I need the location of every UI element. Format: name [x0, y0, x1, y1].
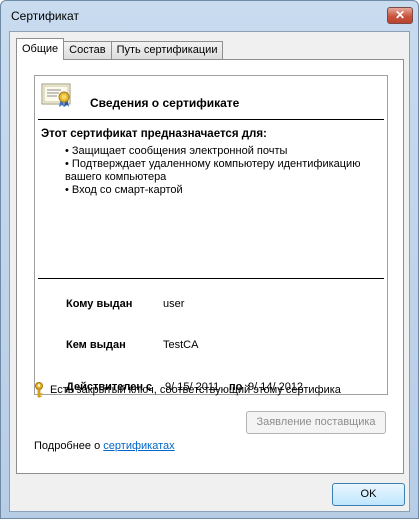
- tab-certification-path[interactable]: Путь сертификации: [110, 41, 224, 60]
- issued-by-value: TestCA: [163, 339, 199, 351]
- issuer-statement-button[interactable]: Заявление поставщика: [246, 411, 386, 434]
- issued-to-label: Кому выдан: [66, 298, 133, 310]
- certificate-dialog: Сертификат ✕ Общие Состав Путь сертифика…: [0, 0, 419, 519]
- tab-general[interactable]: Общие: [16, 38, 65, 60]
- purpose-heading: Этот сертификат предназначается для:: [41, 128, 267, 140]
- certificate-icon: [41, 83, 71, 107]
- purpose-list: • Защищает сообщения электронной почты •…: [65, 145, 385, 197]
- private-key-row: Есть закрытый ключ, соответствующий этом…: [33, 382, 373, 398]
- purpose-item: • Подтверждает удаленному компьютеру иде…: [65, 158, 361, 170]
- issued-by-label: Кем выдан: [66, 339, 126, 351]
- details-separator: [38, 278, 384, 279]
- tab-strip: Общие Состав Путь сертификации: [16, 38, 224, 60]
- learn-more-prefix: Подробнее о: [34, 440, 104, 452]
- general-tab-panel: Сведения о сертификате Этот сертификат п…: [16, 59, 404, 474]
- purpose-item: • Вход со смарт-картой: [65, 184, 183, 196]
- certificate-info-box: Сведения о сертификате Этот сертификат п…: [34, 75, 388, 395]
- key-icon: [35, 382, 43, 398]
- purpose-item: вашего компьютера: [65, 171, 167, 183]
- issued-to-value: user: [163, 298, 185, 310]
- title-bar[interactable]: Сертификат ✕: [1, 1, 418, 31]
- info-title: Сведения о сертификате: [90, 96, 240, 110]
- window-title: Сертификат: [11, 9, 79, 23]
- header-separator: [38, 119, 384, 120]
- learn-more-link[interactable]: сертификатах: [103, 440, 174, 452]
- private-key-text: Есть закрытый ключ, соответствующий этом…: [50, 383, 341, 396]
- learn-more: Подробнее о сертификатах: [34, 440, 175, 452]
- tab-details[interactable]: Состав: [63, 41, 112, 60]
- ok-button[interactable]: OK: [332, 483, 405, 506]
- dialog-client-area: Общие Состав Путь сертификации Сведения …: [9, 31, 410, 512]
- purpose-item: • Защищает сообщения электронной почты: [65, 145, 288, 157]
- close-button[interactable]: ✕: [387, 7, 413, 24]
